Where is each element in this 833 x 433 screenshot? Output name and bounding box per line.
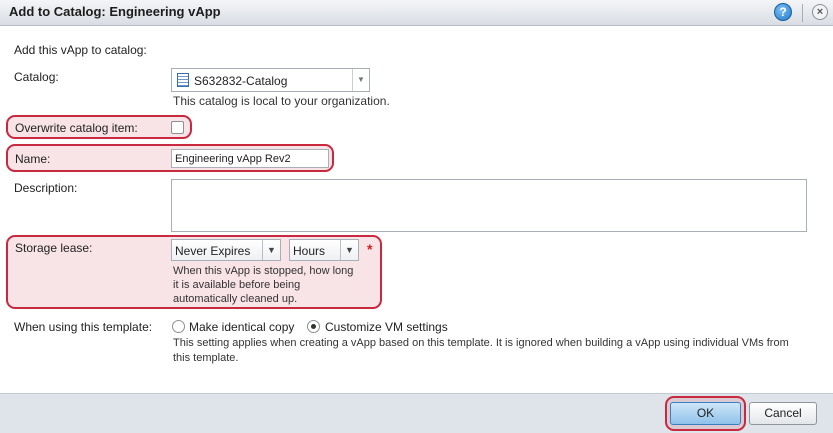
radio-customize-vm-label[interactable]: Customize VM settings bbox=[325, 320, 448, 334]
catalog-value: S632832-Catalog bbox=[194, 74, 288, 88]
overwrite-checkbox[interactable] bbox=[171, 121, 184, 134]
radio-identical-copy[interactable] bbox=[172, 320, 185, 333]
lease-duration-value: Never Expires bbox=[175, 244, 251, 258]
close-icon[interactable]: × bbox=[812, 4, 828, 20]
ok-button[interactable]: OK bbox=[670, 402, 741, 425]
radio-customize-vm[interactable] bbox=[307, 320, 320, 333]
storage-lease-hint-1: When this vApp is stopped, how long bbox=[173, 265, 354, 277]
catalog-label: Catalog: bbox=[14, 70, 59, 84]
catalog-icon bbox=[177, 73, 189, 87]
template-hint-1: This setting applies when creating a vAp… bbox=[173, 337, 789, 349]
chevron-down-icon[interactable]: ▼ bbox=[340, 240, 358, 260]
lease-unit-value: Hours bbox=[293, 244, 326, 258]
chevron-down-icon[interactable]: ▼ bbox=[352, 69, 369, 91]
lease-duration-select[interactable]: Never Expires ▼ bbox=[171, 239, 281, 261]
dialog-title-bar: Add to Catalog: Engineering vApp ? × bbox=[0, 0, 833, 26]
description-field[interactable] bbox=[171, 179, 807, 232]
name-field[interactable]: Engineering vApp Rev2 bbox=[171, 149, 329, 168]
description-label: Description: bbox=[14, 181, 78, 195]
lease-unit-select[interactable]: Hours ▼ bbox=[289, 239, 359, 261]
catalog-hint: This catalog is local to your organizati… bbox=[173, 94, 390, 108]
help-icon[interactable]: ? bbox=[774, 3, 792, 21]
intro-text: Add this vApp to catalog: bbox=[14, 43, 147, 57]
storage-lease-label: Storage lease: bbox=[15, 241, 93, 255]
overwrite-label: Overwrite catalog item: bbox=[15, 121, 138, 135]
catalog-select[interactable]: S632832-Catalog ▼ bbox=[171, 68, 370, 92]
storage-lease-hint-3: automatically cleaned up. bbox=[173, 293, 298, 305]
radio-identical-copy-label[interactable]: Make identical copy bbox=[189, 320, 294, 334]
template-label: When using this template: bbox=[14, 320, 153, 334]
storage-lease-hint-2: it is available before being bbox=[173, 279, 301, 291]
name-label: Name: bbox=[15, 152, 51, 166]
chevron-down-icon[interactable]: ▼ bbox=[262, 240, 280, 260]
cancel-button[interactable]: Cancel bbox=[749, 402, 817, 425]
required-marker: * bbox=[367, 241, 373, 257]
template-hint-2: this template. bbox=[173, 352, 239, 364]
title-separator bbox=[802, 4, 803, 22]
dialog-title: Add to Catalog: Engineering vApp bbox=[9, 4, 221, 19]
radio-selected-dot bbox=[311, 324, 316, 329]
